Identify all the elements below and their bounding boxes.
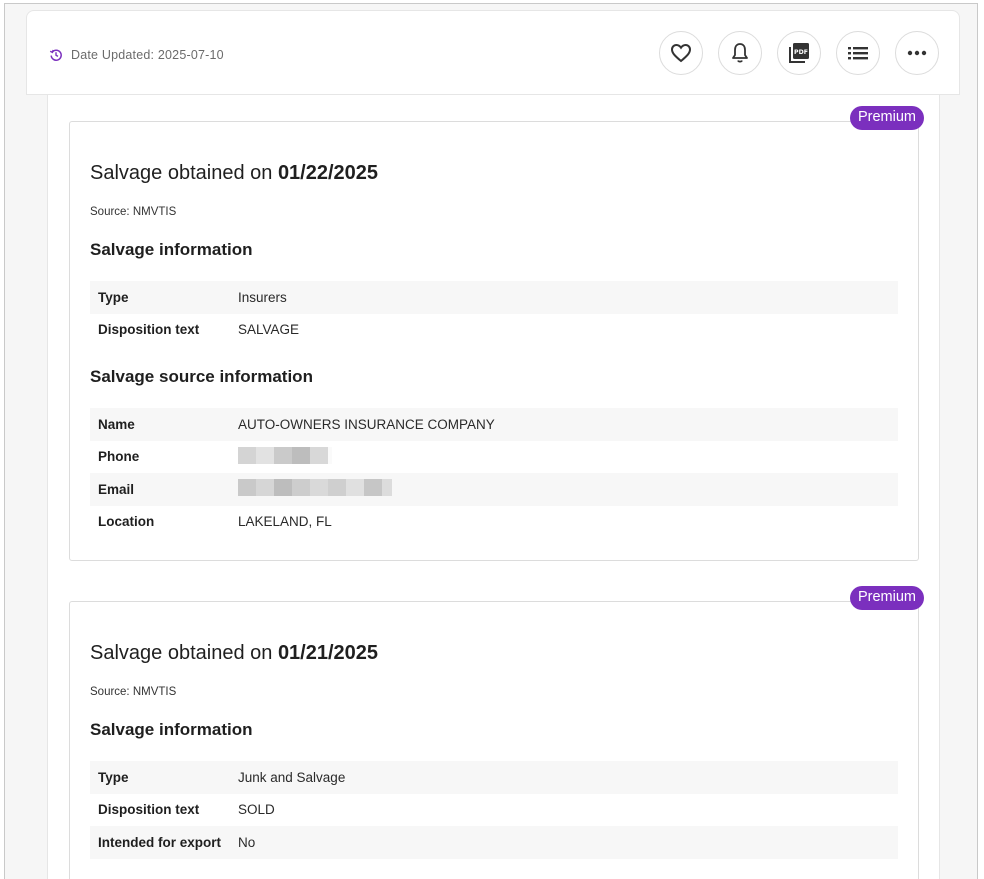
table-row: Type Insurers [90, 281, 898, 314]
pdf-button[interactable]: PDF [777, 31, 821, 75]
row-value: AUTO-OWNERS INSURANCE COMPANY [238, 416, 495, 432]
table-row: Name AUTO-OWNERS INSURANCE COMPANY [90, 408, 898, 441]
redacted-email [238, 479, 392, 499]
report-frame: Date Updated: 2025-07-10 PDF Premium Sal… [4, 3, 978, 879]
salvage-info-title: Salvage information [90, 240, 253, 259]
record-source: Source: NMVTIS [90, 206, 177, 218]
table-row: Disposition text SALVAGE [90, 314, 898, 347]
row-value: Insurers [238, 289, 287, 305]
row-label: Phone [98, 449, 140, 465]
redacted-phone [238, 446, 332, 467]
row-value: SOLD [238, 802, 275, 818]
salvage-record-title: Salvage obtained on 01/21/2025 [90, 642, 378, 665]
salvage-info-title: Salvage information [90, 720, 253, 739]
list-button[interactable] [836, 31, 880, 75]
report-header: Date Updated: 2025-07-10 PDF [26, 10, 960, 95]
row-label: Disposition text [98, 802, 200, 818]
redaction-block [238, 479, 392, 497]
row-label: Intended for export [98, 834, 222, 850]
table-row: Type Junk and Salvage [90, 761, 898, 794]
salvage-record-card: Premium Salvage obtained on 01/22/2025 S… [69, 106, 924, 561]
row-value: LAKELAND, FL [238, 514, 332, 530]
table-row: Location LAKELAND, FL [90, 506, 898, 539]
record-source: Source: NMVTIS [90, 686, 177, 698]
date-updated-text: Date Updated: 2025-07-10 [71, 48, 224, 62]
more-button[interactable] [895, 31, 939, 75]
row-label: Disposition text [98, 322, 200, 338]
pdf-icon: PDF [789, 43, 809, 63]
row-value: No [238, 834, 256, 850]
title-prefix: Salvage obtained on [90, 642, 278, 664]
row-label: Type [98, 289, 129, 305]
salvage-record-title: Salvage obtained on 01/22/2025 [90, 162, 378, 185]
row-label: Location [98, 514, 155, 530]
table-row: Phone [90, 441, 898, 474]
table-row: Email [90, 473, 898, 506]
row-label: Type [98, 769, 129, 785]
svg-text:PDF: PDF [794, 49, 808, 56]
salvage-info-table: Type Junk and Salvage Disposition text S… [90, 761, 898, 859]
source-info-table: Name AUTO-OWNERS INSURANCE COMPANY Phone [90, 408, 898, 538]
row-label: Email [98, 481, 135, 497]
more-icon [907, 50, 927, 56]
heart-icon [670, 43, 692, 63]
salvage-info-table: Type Insurers Disposition text SALVAGE [90, 281, 898, 346]
row-label: Name [98, 416, 135, 432]
bell-icon [732, 43, 748, 63]
report-content: Premium Salvage obtained on 01/22/2025 S… [47, 95, 940, 879]
row-value: Junk and Salvage [238, 769, 346, 785]
date-updated: Date Updated: 2025-07-10 [49, 48, 224, 62]
history-icon [49, 48, 63, 62]
table-row: Intended for export No [90, 826, 898, 859]
salvage-record-card: Premium Salvage obtained on 01/21/2025 S… [69, 586, 924, 879]
table-row: Disposition text SOLD [90, 794, 898, 827]
title-prefix: Salvage obtained on [90, 162, 278, 184]
title-date: 01/22/2025 [277, 162, 379, 184]
favorite-button[interactable] [659, 31, 703, 75]
redaction-block [238, 446, 332, 464]
list-icon [848, 47, 868, 60]
header-actions: PDF [659, 31, 939, 75]
row-value: SALVAGE [238, 322, 300, 338]
title-date: 01/21/2025 [277, 642, 379, 664]
premium-badge: Premium [849, 106, 924, 130]
premium-badge: Premium [849, 586, 924, 610]
source-info-title: Salvage source information [90, 367, 313, 386]
notifications-button[interactable] [718, 31, 762, 75]
